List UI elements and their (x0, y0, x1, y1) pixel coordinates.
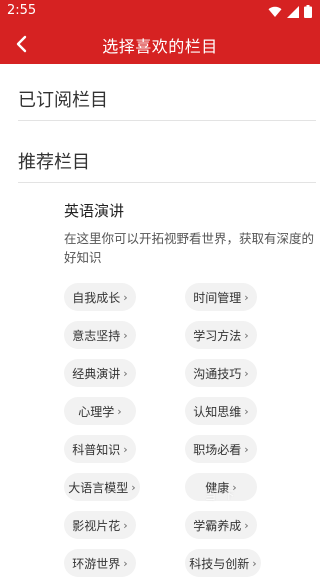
tag-label: 科普知识 (72, 442, 121, 457)
wifi-icon (268, 6, 282, 17)
tag-label: 影视片花 (72, 518, 121, 533)
chevron-right-icon: › (123, 518, 128, 532)
battery-icon (304, 5, 312, 18)
chevron-right-icon: › (244, 366, 249, 380)
tag-label: 时间管理 (193, 290, 242, 305)
tag-travel-world[interactable]: 环游世界 › (64, 549, 136, 577)
tag-top-student[interactable]: 学霸养成 › (185, 511, 257, 539)
tag-label: 职场必看 (193, 442, 242, 457)
status-bar: 2:55 (0, 0, 320, 24)
tag-self-growth[interactable]: 自我成长 › (64, 283, 136, 311)
header-bar: 选择喜欢的栏目 (0, 24, 320, 64)
chevron-right-icon: › (123, 290, 128, 304)
chevron-right-icon: › (123, 366, 128, 380)
chevron-right-icon: › (117, 404, 122, 418)
chevron-right-icon: › (244, 442, 249, 456)
subscribed-section-title: 已订阅栏目 (18, 90, 108, 111)
tag-label: 经典演讲 (72, 366, 121, 381)
chevron-right-icon: › (244, 518, 249, 532)
tag-psychology[interactable]: 心理学 › (64, 397, 136, 425)
status-time: 2:55 (7, 3, 37, 18)
tag-workplace[interactable]: 职场必看 › (185, 435, 257, 463)
tag-label: 学霸养成 (193, 518, 242, 533)
tag-tech-innovation[interactable]: 科技与创新 › (185, 549, 261, 577)
tag-label: 自我成长 (72, 290, 121, 305)
tag-communication-skills[interactable]: 沟通技巧 › (185, 359, 257, 387)
tag-cognitive-thinking[interactable]: 认知思维 › (185, 397, 257, 425)
tag-classic-speeches[interactable]: 经典演讲 › (64, 359, 136, 387)
tag-label: 科技与创新 (189, 556, 250, 571)
tag-label: 大语言模型 (68, 480, 129, 495)
status-icons (268, 5, 312, 18)
tag-label: 环游世界 (72, 556, 121, 571)
chevron-right-icon: › (244, 290, 249, 304)
tag-film-clips[interactable]: 影视片花 › (64, 511, 136, 539)
watermark: 当 下 (205, 489, 237, 502)
tag-learning-methods[interactable]: 学习方法 › (185, 321, 257, 349)
divider (18, 120, 316, 121)
tag-popular-science[interactable]: 科普知识 › (64, 435, 136, 463)
tag-label: 认知思维 (193, 404, 242, 419)
tag-llm[interactable]: 大语言模型 › (64, 473, 140, 501)
chevron-right-icon: › (123, 328, 128, 342)
tag-time-management[interactable]: 时间管理 › (185, 283, 257, 311)
recommended-section-title: 推荐栏目 (18, 152, 90, 173)
chevron-right-icon: › (123, 442, 128, 456)
signal-icon (287, 5, 299, 18)
tag-label: 学习方法 (193, 328, 242, 343)
tag-label: 沟通技巧 (193, 366, 242, 381)
divider (18, 182, 316, 183)
chevron-right-icon: › (244, 328, 249, 342)
page-title: 选择喜欢的栏目 (102, 37, 218, 56)
chevron-right-icon: › (131, 480, 136, 494)
tag-label: 心理学 (78, 404, 115, 419)
category-description: 在这里你可以开拓视野看世界，获取有深度的好知识 (64, 231, 315, 265)
tag-willpower[interactable]: 意志坚持 › (64, 321, 136, 349)
chevron-right-icon: › (244, 404, 249, 418)
category-title: 英语演讲 (64, 202, 125, 220)
tag-label: 意志坚持 (72, 328, 121, 343)
